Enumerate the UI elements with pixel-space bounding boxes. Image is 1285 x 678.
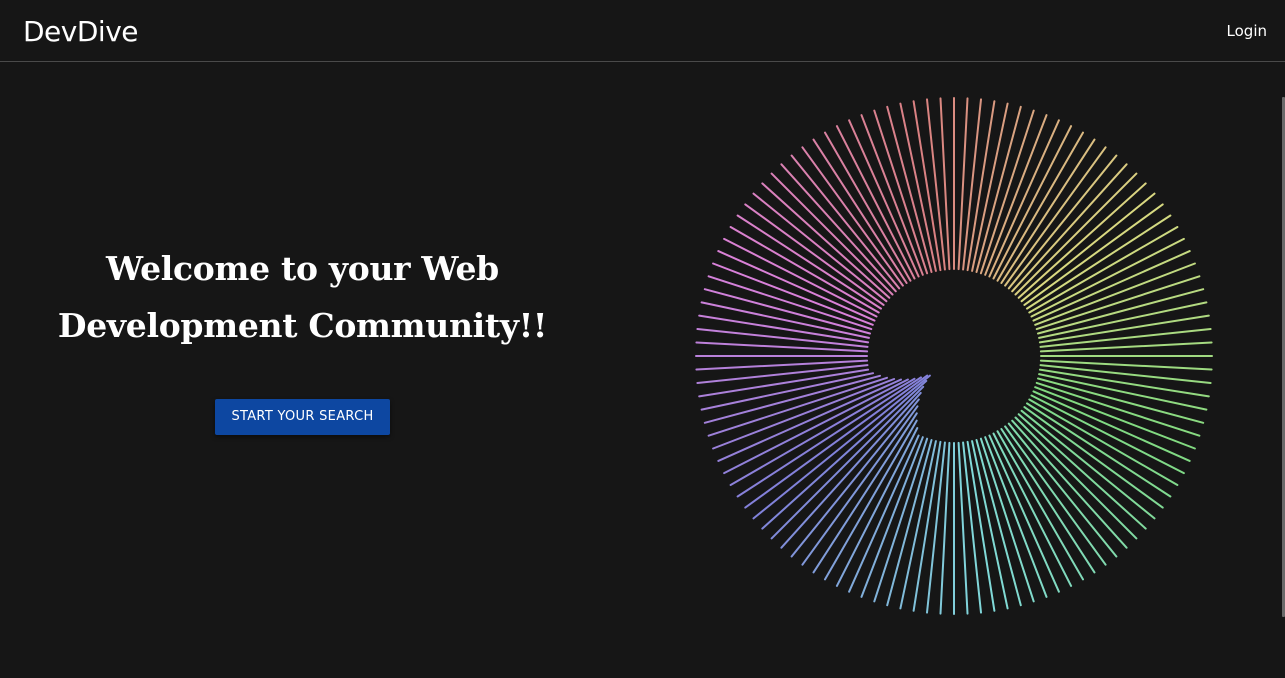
spiral-line (835, 125, 916, 280)
hero-title-line-1: Welcome to your Web (106, 249, 499, 288)
hero-section: Welcome to your Web Development Communit… (40, 240, 565, 435)
spiral-animation-graphic (695, 97, 1213, 615)
login-link[interactable]: Login (1227, 19, 1267, 43)
navbar: DevDive Login (0, 0, 1285, 62)
spiral-line (752, 374, 931, 520)
hero-title-line-2: Development Community!! (57, 306, 548, 345)
spiral-line (723, 237, 878, 318)
spiral-line (975, 439, 1022, 607)
spiral-line (975, 105, 1022, 273)
spiral-line (703, 288, 871, 335)
spiral-line (992, 432, 1073, 587)
spiral-line (1037, 377, 1205, 424)
spiral-line (707, 376, 888, 437)
spiral-line (1030, 237, 1185, 318)
spiral-line (1037, 288, 1205, 335)
spiral-line (992, 125, 1073, 280)
spiral-line (886, 105, 933, 273)
start-search-button[interactable]: START YOUR SEARCH (215, 399, 390, 435)
brand-logo[interactable]: DevDive (23, 12, 139, 52)
spiral-line (824, 419, 918, 581)
spiral-line (703, 374, 881, 424)
hero-title: Welcome to your Web Development Communit… (40, 240, 565, 354)
spiral-line (1030, 394, 1185, 475)
spiral-line (886, 439, 933, 607)
